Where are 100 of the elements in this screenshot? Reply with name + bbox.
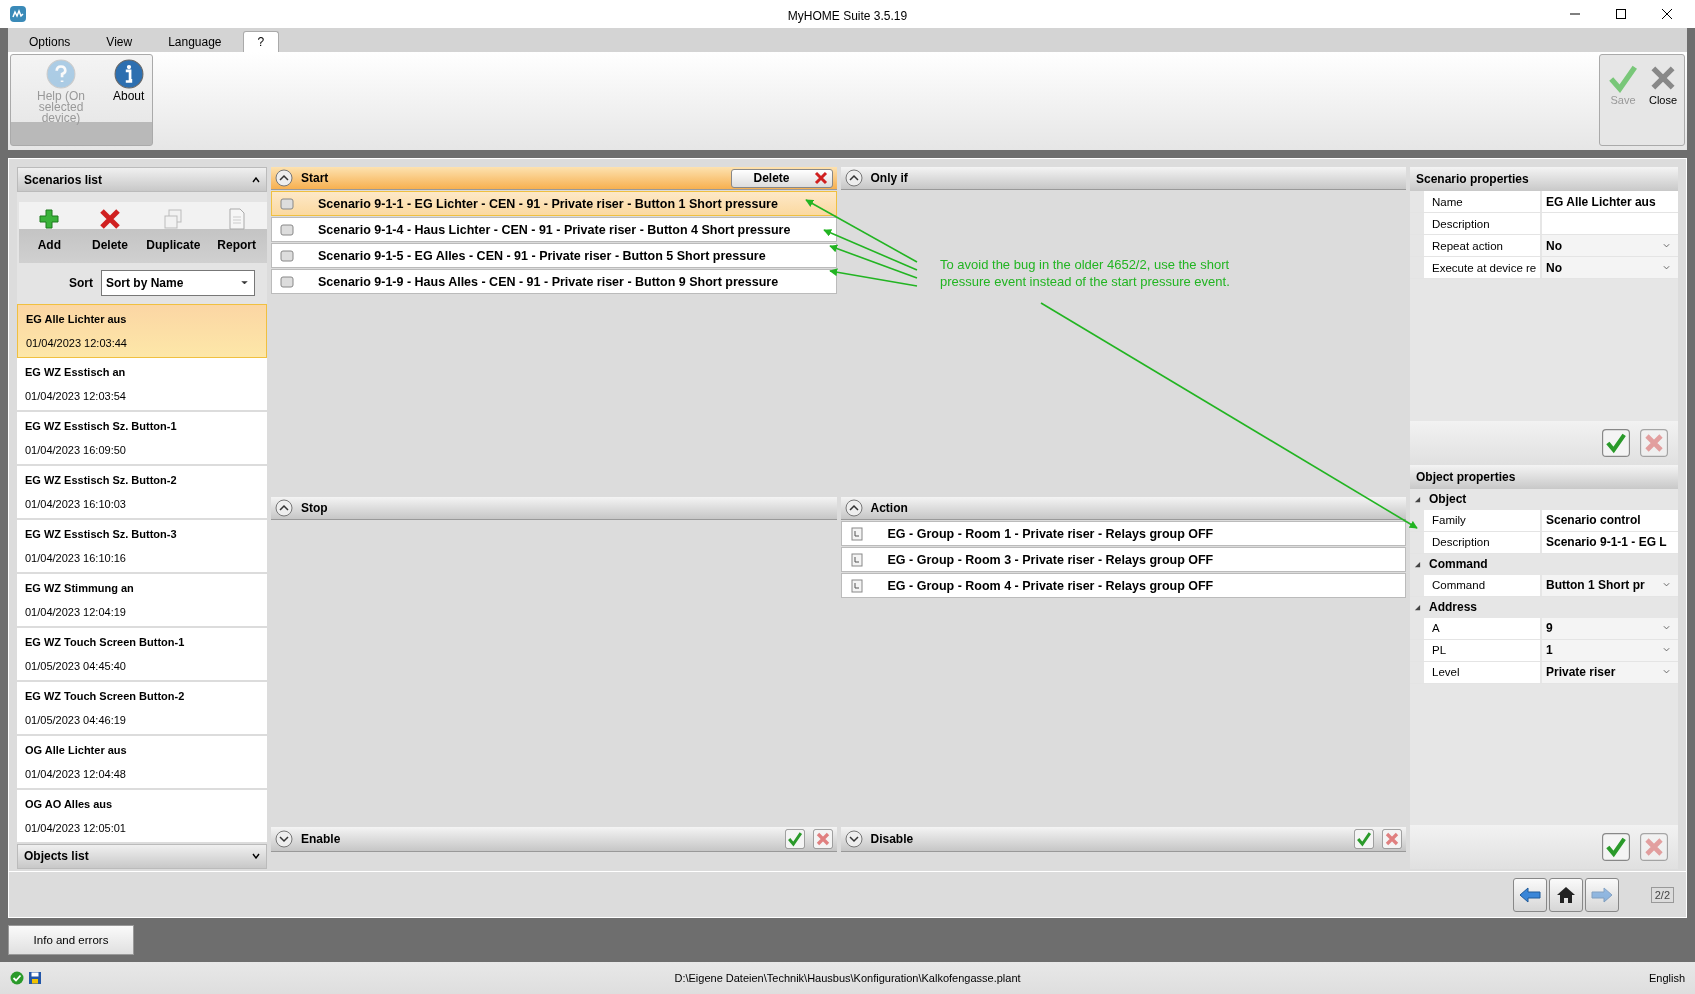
report-button[interactable]: Report bbox=[206, 202, 267, 263]
cancel-icon[interactable] bbox=[1382, 829, 1402, 849]
scenario-item[interactable]: EG WZ Touch Screen Button-1 01/05/2023 04:45:40 bbox=[17, 627, 267, 682]
property-field[interactable]: EG Alle Lichter aus bbox=[1542, 191, 1678, 212]
window-title: MyHOME Suite 3.5.19 bbox=[787, 9, 908, 23]
sort-dropdown[interactable]: Sort by Name bbox=[101, 270, 255, 297]
chevron-down-icon bbox=[1663, 242, 1670, 249]
scenario-item[interactable]: EG WZ Stimmung an 01/04/2023 12:04:19 bbox=[17, 573, 267, 628]
home-button[interactable] bbox=[1548, 877, 1583, 912]
action-row[interactable]: EG - Group - Room 4 - Private riser - Relays group OFF bbox=[840, 573, 1406, 598]
expanded-icon[interactable] bbox=[1414, 603, 1421, 611]
event-row[interactable]: Scenario 9-1-5 - EG Alles - CEN - 91 - Private riser - Button 5 Short pressure bbox=[271, 243, 837, 268]
page-indicator: 2/2 bbox=[1650, 886, 1674, 903]
property-field[interactable] bbox=[1542, 213, 1678, 234]
property-label: Execute at device re bbox=[1424, 257, 1542, 278]
property-label: Level bbox=[1424, 661, 1542, 683]
event-row[interactable]: Scenario 9-1-1 - EG Lichter - CEN - 91 - Private riser - Button 1 Short pressure bbox=[271, 191, 837, 216]
property-dropdown[interactable]: Private riser bbox=[1542, 661, 1678, 683]
scenario-item[interactable]: OG Alle Lichter aus 01/04/2023 12:04:48 bbox=[17, 735, 267, 790]
menu-tab[interactable]: View bbox=[91, 31, 148, 52]
property-label: Description bbox=[1424, 531, 1542, 553]
property-dropdown[interactable]: No bbox=[1542, 257, 1678, 278]
panel-header: Scenario properties bbox=[1410, 167, 1678, 191]
expanded-icon[interactable] bbox=[1414, 495, 1421, 503]
property-dropdown[interactable]: 1 bbox=[1542, 639, 1678, 661]
panel-header[interactable]: Scenarios list bbox=[17, 167, 267, 193]
collapse-icon[interactable] bbox=[844, 169, 863, 187]
event-row[interactable]: Scenario 9-1-4 - Haus Lichter - CEN - 91 - Private riser - Button 4 Short pressure bbox=[271, 217, 837, 242]
confirm-icon[interactable] bbox=[784, 829, 805, 849]
delete-button[interactable]: Delete bbox=[730, 168, 833, 188]
section-title: Enable bbox=[301, 832, 341, 846]
button-device-icon bbox=[280, 222, 294, 237]
cancel-icon[interactable] bbox=[812, 829, 833, 849]
menu-tab[interactable]: ? bbox=[242, 31, 280, 52]
about-button[interactable]: About bbox=[109, 59, 149, 124]
chevron-up-icon bbox=[252, 176, 260, 183]
section-title: Action bbox=[870, 501, 908, 515]
button-device-icon bbox=[280, 248, 294, 263]
menu-tab[interactable]: Options bbox=[14, 31, 86, 52]
expand-icon[interactable] bbox=[275, 830, 293, 848]
close-icon[interactable] bbox=[1661, 8, 1673, 20]
app-logo-icon bbox=[10, 6, 26, 22]
confirm-icon[interactable] bbox=[1602, 428, 1630, 457]
scenario-item[interactable]: EG Alle Lichter aus 01/04/2023 12:03:44 bbox=[17, 303, 267, 358]
scenario-item[interactable]: EG WZ Esstisch Sz. Button-2 01/04/2023 16:10:03 bbox=[17, 465, 267, 520]
right-arrow-icon bbox=[1589, 885, 1614, 904]
x-icon bbox=[99, 208, 121, 231]
close-button[interactable]: Close bbox=[1644, 59, 1682, 110]
panel-header: Object properties bbox=[1410, 464, 1678, 489]
scenario-item[interactable]: EG WZ Touch Screen Button-2 01/05/2023 04:46:19 bbox=[17, 681, 267, 736]
info-and-errors-button[interactable]: Info and errors bbox=[8, 925, 134, 955]
relay-icon bbox=[849, 578, 864, 593]
chevron-down-icon bbox=[1663, 647, 1670, 653]
expand-icon[interactable] bbox=[844, 830, 863, 848]
event-row[interactable]: Scenario 9-1-9 - Haus Alles - CEN - 91 - Private riser - Button 9 Short pressure bbox=[271, 269, 837, 294]
property-label: A bbox=[1424, 617, 1542, 639]
delete-button[interactable]: Delete bbox=[79, 202, 141, 263]
group-label: Address bbox=[1429, 600, 1478, 614]
back-button[interactable] bbox=[1512, 877, 1547, 912]
expanded-icon[interactable] bbox=[1414, 560, 1421, 568]
checkmark-icon bbox=[10, 971, 24, 985]
collapse-icon[interactable] bbox=[275, 499, 293, 517]
chevron-down-icon bbox=[1663, 264, 1670, 271]
property-label: PL bbox=[1424, 639, 1542, 661]
collapse-icon[interactable] bbox=[844, 499, 863, 517]
scenario-item[interactable]: EG WZ Esstisch an 01/04/2023 12:03:54 bbox=[17, 357, 267, 412]
checkmark-icon bbox=[1608, 63, 1638, 93]
annotation-text: To avoid the bug in the older 4652/2, use the short pressure event instead of the start pressure event. bbox=[940, 256, 1231, 290]
x-icon bbox=[813, 171, 828, 185]
add-button[interactable]: Add bbox=[19, 202, 80, 263]
property-field[interactable]: Scenario 9-1-1 - EG L bbox=[1542, 531, 1678, 553]
confirm-icon[interactable] bbox=[1602, 833, 1630, 861]
section-title: Only if bbox=[870, 171, 908, 185]
section-title: Start bbox=[301, 171, 329, 185]
action-row[interactable]: EG - Group - Room 1 - Private riser - Relays group OFF bbox=[840, 521, 1406, 546]
group-label: Object bbox=[1429, 492, 1467, 506]
property-field[interactable]: Scenario control bbox=[1542, 509, 1678, 531]
menu-tab[interactable]: Language bbox=[153, 31, 237, 52]
scenario-item[interactable]: EG WZ Esstisch Sz. Button-1 01/04/2023 16:09:50 bbox=[17, 411, 267, 466]
property-dropdown[interactable]: No bbox=[1542, 235, 1678, 256]
scenario-item[interactable]: EG WZ Esstisch Sz. Button-3 01/04/2023 16:10:16 bbox=[17, 519, 267, 574]
sort-label: Sort bbox=[69, 276, 93, 291]
collapse-icon[interactable] bbox=[275, 169, 293, 187]
section-title: Disable bbox=[870, 832, 914, 846]
confirm-icon[interactable] bbox=[1354, 829, 1374, 849]
scenario-item[interactable]: OG AO Alles aus 01/04/2023 12:05:01 bbox=[17, 789, 267, 844]
maximize-icon[interactable] bbox=[1615, 8, 1627, 20]
panel-header[interactable]: Objects list bbox=[17, 843, 267, 869]
action-row[interactable]: EG - Group - Room 3 - Private riser - Relays group OFF bbox=[840, 547, 1406, 572]
chevron-down-icon bbox=[252, 853, 260, 860]
chevron-down-icon bbox=[1663, 582, 1670, 588]
property-dropdown[interactable]: Button 1 Short pr bbox=[1542, 574, 1678, 596]
duplicate-button[interactable]: Duplicate bbox=[140, 202, 207, 263]
property-dropdown[interactable]: 9 bbox=[1542, 617, 1678, 639]
help-icon bbox=[46, 59, 76, 89]
file-path: D:\Eigene Dateien\Technik\Hausbus\Konfiguration\Kalkofengasse.plant bbox=[674, 972, 1021, 984]
chevron-down-icon bbox=[1663, 625, 1670, 631]
section-title: Stop bbox=[301, 501, 328, 515]
property-label: Repeat action bbox=[1424, 235, 1542, 256]
property-label: Command bbox=[1424, 574, 1542, 596]
